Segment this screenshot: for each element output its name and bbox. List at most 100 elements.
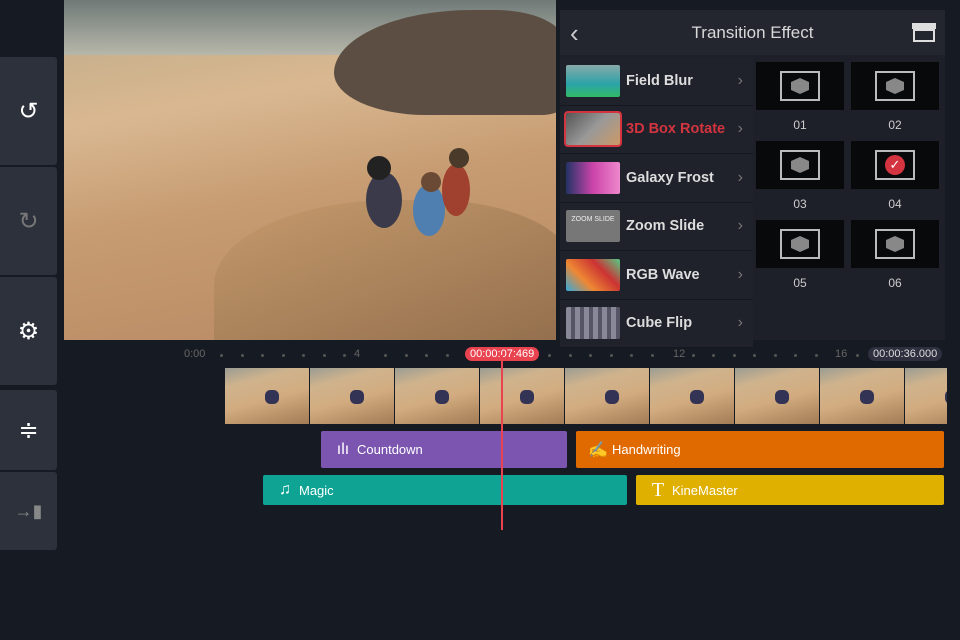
track-height-button[interactable]: ≑ (0, 390, 57, 470)
effect-thumbnail: ZOOM SLIDE (566, 210, 620, 243)
video-frame-thumbnail (395, 368, 479, 424)
cube-icon (886, 78, 904, 94)
video-clip-track[interactable] (225, 368, 947, 424)
chevron-right-icon: › (737, 71, 743, 89)
effect-label: Zoom Slide (626, 218, 705, 235)
effect-thumbnail (566, 64, 620, 97)
redo-icon: ↻ (18, 207, 39, 235)
variant-03[interactable]: 03 (756, 141, 844, 220)
tick-dot (220, 354, 223, 357)
video-frame-thumbnail (820, 368, 904, 424)
effect-cube-flip[interactable]: Cube Flip › (560, 299, 753, 348)
tick-dot (281, 354, 285, 357)
tick-dot (445, 354, 449, 357)
people-image (366, 148, 470, 236)
tick-dot (322, 354, 326, 357)
chevron-right-icon: › (737, 217, 743, 235)
chevron-right-icon: › (737, 265, 743, 283)
undo-button[interactable]: ↺ (0, 57, 57, 165)
panel-title: Transition Effect (691, 22, 814, 42)
variant-label: 01 (793, 118, 807, 132)
tick-label: 12 (673, 348, 686, 360)
effect-label: Cube Flip (626, 315, 693, 332)
video-frame-thumbnail (310, 368, 394, 424)
tick-label: 4 (354, 348, 361, 360)
tick-dot (794, 354, 797, 357)
variant-02[interactable]: 02 (851, 62, 939, 141)
variant-label: 03 (793, 197, 807, 211)
variant-01[interactable]: 01 (756, 62, 844, 141)
check-icon: ✓ (885, 155, 905, 175)
effect-list: Field Blur › 3D Box Rotate › Galaxy Frost ›… (560, 57, 753, 348)
effect-label: RGB Wave (626, 266, 700, 283)
tick-dot (404, 354, 408, 357)
clip-label: Magic (299, 482, 334, 498)
tick-dot (568, 354, 572, 357)
tick-dot (732, 354, 736, 357)
tick-dot (240, 354, 244, 357)
effect-zoom-slide[interactable]: ZOOM SLIDE Zoom Slide › (560, 202, 753, 251)
tick-dot (630, 354, 633, 357)
effect-field-blur[interactable]: Field Blur › (560, 57, 753, 106)
total-time-badge: 00:00:36.000 (868, 347, 943, 361)
video-frame-thumbnail (225, 368, 309, 424)
effect-3d-box-rotate[interactable]: 3D Box Rotate › (560, 105, 753, 154)
undo-icon: ↺ (18, 97, 39, 125)
cube-icon (791, 236, 809, 252)
effect-thumbnail (566, 258, 620, 291)
tick-dot (425, 354, 428, 357)
effect-galaxy-frost[interactable]: Galaxy Frost › (560, 154, 753, 203)
tick-dot (773, 354, 777, 357)
chevron-right-icon: › (737, 168, 743, 186)
tick-dot (589, 354, 592, 357)
clip-label: Handwriting (612, 442, 681, 457)
video-frame-thumbnail (480, 368, 564, 424)
effect-thumbnail (566, 307, 620, 340)
effect-rgb-wave[interactable]: RGB Wave › (560, 251, 753, 300)
playhead[interactable] (501, 355, 503, 530)
variant-06[interactable]: 06 (851, 220, 939, 299)
exit-icon: →▮ (14, 500, 43, 521)
cube-icon (791, 78, 809, 94)
transition-effect-panel: ‹ Transition Effect Field Blur › 3D Box R… (560, 10, 945, 348)
chevron-right-icon: › (737, 314, 743, 332)
effect-thumbnail (564, 111, 622, 148)
video-frame-thumbnail (735, 368, 819, 424)
tick-label: 16 (835, 348, 848, 360)
effect-label: 3D Box Rotate (626, 121, 726, 138)
tick-label: 0:00 (184, 348, 206, 360)
back-button[interactable]: ‹ (570, 18, 579, 49)
video-frame-thumbnail (565, 368, 649, 424)
align-icon: ≑ (18, 416, 39, 444)
variant-04[interactable]: ✓ 04 (851, 141, 939, 220)
tick-dot (691, 354, 695, 357)
music-note-icon: ♫ (279, 481, 291, 498)
timeline-ruler[interactable]: 0:00 4 12 16 00:00:07:469 00:00:36.000 (180, 347, 950, 363)
cube-icon (791, 157, 809, 173)
effect-label: Galaxy Frost (626, 169, 714, 186)
tick-dot (548, 354, 551, 357)
tick-dot (609, 354, 613, 357)
variant-label: 05 (793, 276, 807, 290)
variant-grid: 01 02 03 ✓ 04 05 06 (756, 62, 939, 299)
clip-label: KineMaster (672, 482, 738, 498)
kinemaster-text-clip[interactable]: T KineMaster (636, 475, 944, 505)
tick-dot (712, 354, 715, 357)
video-preview[interactable] (64, 0, 556, 340)
countdown-audio-clip[interactable]: ılı Countdown (321, 431, 567, 468)
tick-dot (384, 354, 387, 357)
store-icon[interactable] (911, 22, 937, 42)
effect-label: Field Blur (626, 72, 693, 89)
video-frame-thumbnail (905, 368, 947, 424)
magic-music-clip[interactable]: ♫ Magic (263, 475, 627, 505)
gear-icon: ⚙ (17, 317, 40, 345)
settings-button[interactable]: ⚙ (0, 277, 57, 385)
handwriting-clip[interactable]: ✍ Handwriting (576, 431, 944, 468)
exit-button[interactable]: →▮ (0, 472, 57, 550)
tick-dot (650, 354, 654, 357)
redo-button[interactable]: ↻ (0, 167, 57, 275)
brush-icon: ✍ (588, 441, 608, 459)
variant-label: 04 (888, 197, 902, 211)
variant-05[interactable]: 05 (756, 220, 844, 299)
clip-label: Countdown (357, 442, 423, 457)
